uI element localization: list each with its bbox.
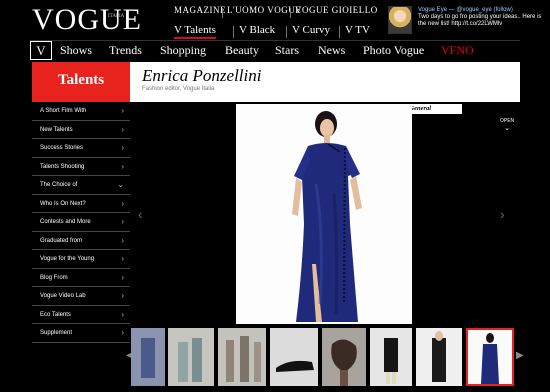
sidebar-item-label: New Talents — [40, 126, 73, 133]
section-header: Talents — [32, 62, 130, 102]
thumbnail[interactable] — [416, 328, 462, 386]
logo-subtitle: ITALIA — [108, 14, 125, 19]
model-figure — [236, 104, 412, 324]
nav-beauty[interactable]: Beauty — [225, 43, 259, 58]
nav-trends[interactable]: Trends — [109, 43, 142, 58]
tweet-text: Two days to go fro posting your ideas.. … — [418, 14, 542, 27]
sub-link-black[interactable]: V Black — [239, 24, 275, 36]
top-bar: VOGUE ITALIA MAGAZINE L'UOMO VOGUE VOGUE… — [0, 0, 550, 40]
thumbnail[interactable] — [270, 328, 318, 386]
chevron-right-icon: › — [121, 198, 124, 208]
chevron-right-icon: › — [121, 106, 124, 115]
editor-name: Enrica Ponzellini — [142, 66, 262, 85]
sidebar-item-label: Vogue for the Young — [40, 256, 95, 262]
top-link-magazine[interactable]: MAGAZINE — [174, 5, 226, 15]
chevron-right-icon: › — [121, 328, 124, 337]
tweet-box: Vogue Eye — @vogue_eye (follow) Two days… — [418, 7, 546, 28]
sidebar-item-label: Talents Shooting — [40, 163, 85, 170]
thumbs-next-icon[interactable]: ▶ — [516, 350, 524, 361]
sidebar-item-label: Contests and More — [40, 219, 91, 225]
divider — [339, 26, 340, 38]
sidebar-item-label: A Short Film With — [40, 108, 87, 114]
sidebar-item-label: Supplement — [40, 330, 73, 336]
sidebar-item[interactable]: Blog From › — [32, 269, 130, 287]
sub-link-talents[interactable]: V Talents — [174, 24, 216, 39]
divider — [290, 8, 291, 18]
sub-link-curvy[interactable]: V Curvy — [292, 24, 330, 36]
editor-role: Fashion editor, Vogue Italia — [142, 86, 215, 92]
sidebar-item-label: Blog From — [40, 274, 68, 281]
sidebar-item-label: Eco Talents — [40, 311, 71, 318]
sidebar-menu: A Short Film With › New Talents › Success St… — [32, 102, 130, 343]
top-link-vogue-gioiello[interactable]: VOGUE GIOIELLO — [295, 5, 378, 15]
chevron-right-icon: › — [121, 217, 124, 226]
sidebar-item[interactable]: The Choice of ⌄ — [32, 176, 130, 195]
chevron-right-icon: › — [121, 272, 124, 282]
sidebar-item[interactable]: A Short Film With › — [32, 102, 130, 121]
sidebar-item-label: Vogue Video Lab — [40, 293, 86, 299]
nav-news[interactable]: News — [318, 43, 345, 58]
nav-photo-vogue[interactable]: Photo Vogue — [363, 43, 424, 58]
sidebar-item-label: The Choice of — [40, 182, 78, 188]
divider — [286, 26, 287, 38]
nav-shows[interactable]: Shows — [60, 43, 92, 58]
chevron-right-icon: › — [121, 143, 124, 152]
thumbnail[interactable] — [322, 328, 366, 386]
tweet-handle[interactable]: Vogue Eye — @vogue_eye (follow) — [418, 7, 546, 14]
chevron-down-icon: ⌄ — [117, 180, 124, 189]
nav-vfno[interactable]: VFNO — [441, 43, 474, 58]
sidebar-item-label: Graduated from — [40, 237, 83, 244]
avatar[interactable] — [388, 6, 412, 34]
thumbnail[interactable] — [218, 328, 266, 386]
chevron-right-icon: › — [121, 254, 124, 263]
chevron-right-icon: › — [121, 291, 124, 300]
thumbnail[interactable] — [168, 328, 214, 386]
vogue-logo[interactable]: VOGUE — [32, 4, 142, 36]
sidebar-item[interactable]: Vogue Video Lab › — [32, 287, 130, 306]
chevron-right-icon: › — [121, 235, 124, 245]
sidebar-item[interactable]: Success Stories › — [32, 139, 130, 158]
sidebar-item[interactable]: Eco Talents › — [32, 306, 130, 324]
sidebar-item[interactable]: Graduated from › — [32, 232, 130, 250]
main-photo[interactable] — [236, 104, 412, 324]
thumbnail[interactable] — [131, 328, 165, 386]
divider — [222, 8, 223, 18]
chevron-right-icon: › — [121, 124, 124, 134]
sidebar-item-label: Success Stories — [40, 145, 84, 151]
next-arrow-icon[interactable]: › — [500, 206, 505, 222]
chevron-down-icon: ⌄ — [504, 125, 511, 132]
sidebar-item[interactable]: New Talents › — [32, 121, 130, 139]
divider — [233, 26, 234, 38]
main-nav: V Shows Trends Shopping Beauty Stars New… — [30, 40, 520, 60]
editor-title-bar: Enrica Ponzellini Fashion editor, Vogue … — [130, 62, 520, 102]
nav-shopping[interactable]: Shopping — [160, 43, 206, 58]
sidebar-item[interactable]: Who Is On Next? › — [32, 195, 130, 213]
sidebar-item[interactable]: Supplement › — [32, 324, 130, 343]
nav-stars[interactable]: Stars — [275, 43, 299, 58]
sidebar-item[interactable]: Vogue for the Young › — [32, 250, 130, 269]
sidebar-item-label: Who Is On Next? — [40, 200, 86, 207]
prev-arrow-icon[interactable]: ‹ — [138, 206, 143, 222]
sub-link-tv[interactable]: V TV — [345, 24, 370, 36]
section-title: Talents — [58, 72, 105, 88]
open-button[interactable]: OPEN ⌄ — [500, 118, 514, 132]
chevron-right-icon: › — [121, 161, 124, 171]
thumbnail-selected[interactable] — [466, 328, 514, 386]
thumbnail[interactable] — [370, 328, 412, 386]
sidebar-item[interactable]: Contests and More › — [32, 213, 130, 232]
sidebar-item[interactable]: Talents Shooting › — [32, 158, 130, 176]
thumbnail-strip: ◀ ▶ — [126, 328, 524, 392]
chevron-right-icon: › — [121, 309, 124, 319]
main-nav-home[interactable]: V — [30, 41, 52, 60]
